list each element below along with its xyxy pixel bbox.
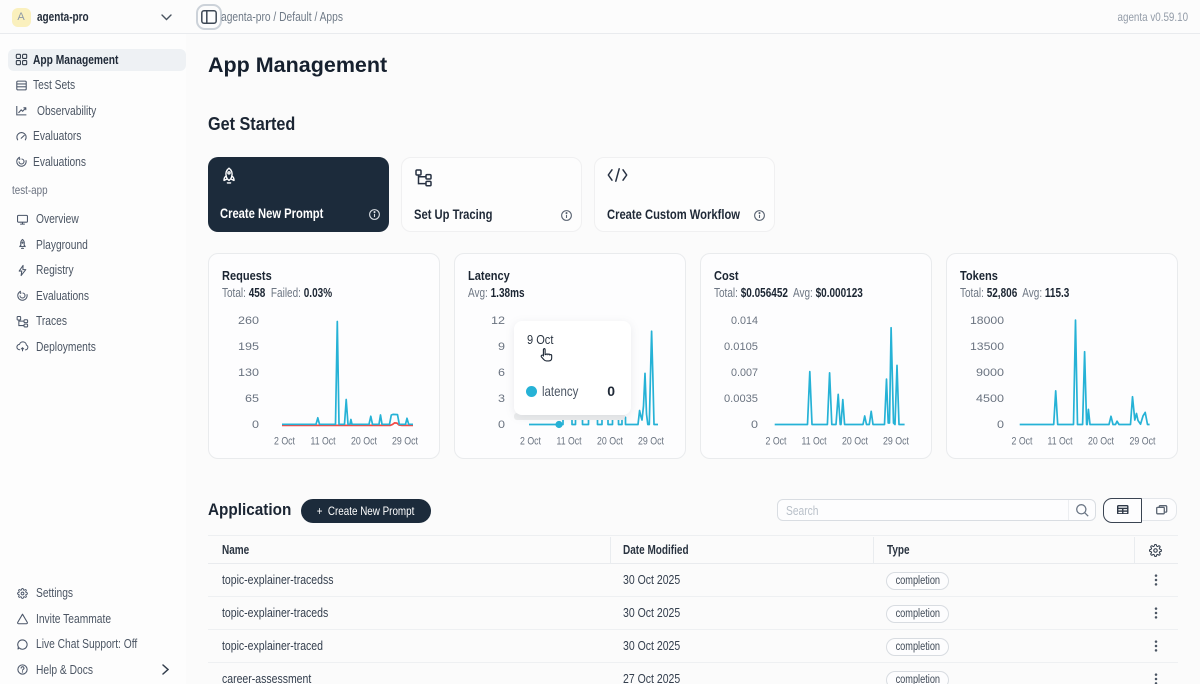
- svg-text:29 Oct: 29 Oct: [883, 436, 909, 448]
- svg-text:4500: 4500: [976, 393, 1004, 405]
- svg-text:13500: 13500: [970, 341, 1004, 353]
- svg-text:12: 12: [491, 315, 505, 327]
- svg-text:0: 0: [252, 419, 259, 431]
- svg-text:29 Oct: 29 Oct: [1130, 436, 1156, 448]
- svg-text:29 Oct: 29 Oct: [392, 436, 418, 448]
- svg-text:11 Oct: 11 Oct: [802, 436, 827, 448]
- svg-text:0: 0: [498, 419, 505, 431]
- svg-text:20 Oct: 20 Oct: [1088, 436, 1114, 448]
- svg-text:195: 195: [238, 341, 259, 353]
- svg-text:11 Oct: 11 Oct: [311, 436, 336, 448]
- svg-text:130: 130: [238, 367, 259, 379]
- svg-text:11 Oct: 11 Oct: [1048, 436, 1073, 448]
- svg-text:0.014: 0.014: [731, 315, 758, 327]
- svg-text:0.0105: 0.0105: [724, 341, 758, 353]
- svg-text:11 Oct: 11 Oct: [557, 436, 582, 448]
- svg-text:0.007: 0.007: [731, 367, 758, 379]
- svg-text:2 Oct: 2 Oct: [274, 436, 295, 448]
- svg-text:260: 260: [238, 315, 259, 327]
- svg-text:0: 0: [997, 419, 1004, 431]
- svg-text:9: 9: [498, 341, 505, 353]
- svg-text:18000: 18000: [970, 315, 1004, 327]
- svg-text:20 Oct: 20 Oct: [842, 436, 868, 448]
- svg-text:9000: 9000: [976, 367, 1004, 379]
- svg-text:2 Oct: 2 Oct: [520, 436, 541, 448]
- svg-text:20 Oct: 20 Oct: [351, 436, 377, 448]
- svg-text:6: 6: [498, 367, 505, 379]
- svg-text:0.0035: 0.0035: [724, 393, 758, 405]
- svg-text:3: 3: [498, 393, 505, 405]
- svg-text:20 Oct: 20 Oct: [597, 436, 623, 448]
- svg-text:65: 65: [245, 393, 259, 405]
- svg-text:2 Oct: 2 Oct: [1012, 436, 1033, 448]
- svg-text:2 Oct: 2 Oct: [766, 436, 787, 448]
- svg-text:0: 0: [751, 419, 758, 431]
- svg-text:29 Oct: 29 Oct: [638, 436, 664, 448]
